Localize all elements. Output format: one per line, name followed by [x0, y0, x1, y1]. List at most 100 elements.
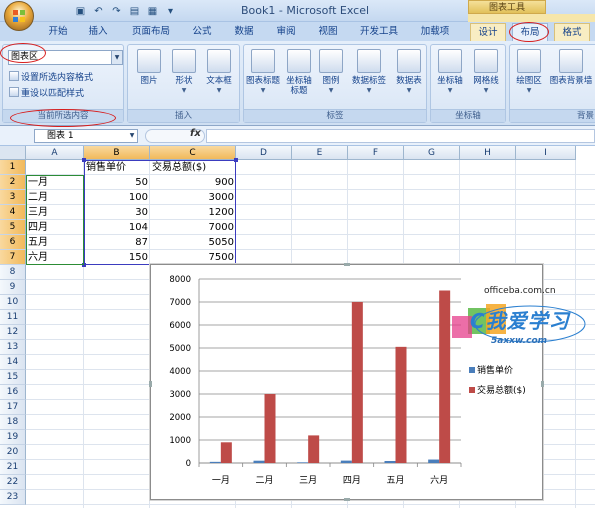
row-header-1[interactable]: 1 [0, 160, 26, 175]
format-selection-button[interactable]: 设置所选内容格式 [9, 71, 93, 84]
row-header-8[interactable]: 8 [0, 265, 26, 280]
bar-price[interactable] [297, 462, 309, 463]
column-header-h[interactable]: H [460, 146, 516, 160]
row-header-19[interactable]: 19 [0, 430, 26, 445]
row-header-2[interactable]: 2 [0, 175, 26, 190]
tab-addins[interactable]: 加载项 [414, 23, 456, 41]
column-header-d[interactable]: D [236, 146, 292, 160]
chart-element-select[interactable]: 图表区 ▼ [8, 50, 123, 65]
insert-textbox-button[interactable]: 文本框 ▼ [200, 49, 238, 96]
cell-c2[interactable]: 900 [150, 175, 236, 190]
bar-price[interactable] [384, 460, 396, 463]
x-tick-label[interactable]: 六月 [430, 474, 448, 486]
cell-a2[interactable]: 一月 [26, 175, 84, 190]
column-header-b[interactable]: B [84, 146, 150, 160]
cell-c5[interactable]: 7000 [150, 220, 236, 235]
cell-c4[interactable]: 1200 [150, 205, 236, 220]
insert-function-icon[interactable]: fx [190, 128, 201, 139]
legend-swatch[interactable] [469, 387, 475, 393]
row-header-14[interactable]: 14 [0, 355, 26, 370]
row-header-15[interactable]: 15 [0, 370, 26, 385]
tab-home[interactable]: 开始 [42, 23, 74, 41]
cell-c3[interactable]: 3000 [150, 190, 236, 205]
legend-button[interactable]: 图例 ▼ [316, 49, 346, 96]
data-table-button[interactable]: 数据表 ▼ [390, 49, 428, 96]
column-header-e[interactable]: E [292, 146, 348, 160]
y-tick-label[interactable]: 2000 [169, 413, 191, 423]
tab-design[interactable]: 设计 [470, 23, 506, 41]
undo-icon[interactable]: ↶ [91, 4, 106, 19]
row-header-21[interactable]: 21 [0, 460, 26, 475]
print-preview-icon[interactable]: ▦ [145, 4, 160, 19]
tab-layout[interactable]: 布局 [512, 23, 548, 41]
save-icon[interactable]: ▣ [73, 4, 88, 19]
bar-total[interactable] [308, 435, 320, 463]
insert-shapes-button[interactable]: 形状 ▼ [165, 49, 203, 96]
x-tick-label[interactable]: 五月 [386, 475, 404, 486]
tab-review[interactable]: 审阅 [270, 23, 302, 41]
gridlines-button[interactable]: 网格线 ▼ [467, 49, 505, 96]
chevron-down-icon[interactable]: ▼ [127, 130, 137, 142]
tab-developer[interactable]: 开发工具 [354, 23, 404, 41]
row-header-11[interactable]: 11 [0, 310, 26, 325]
row-header-23[interactable]: 23 [0, 490, 26, 505]
cell-b3[interactable]: 100 [84, 190, 150, 205]
legend-label[interactable]: 交易总额($) [477, 384, 526, 396]
cell-a7[interactable]: 六月 [26, 250, 84, 265]
cell-c1[interactable]: 交易总额($) [150, 160, 236, 175]
y-tick-label[interactable]: 7000 [169, 298, 191, 308]
tab-format[interactable]: 格式 [554, 23, 590, 41]
select-all-button[interactable] [0, 146, 26, 160]
row-header-10[interactable]: 10 [0, 295, 26, 310]
column-header-a[interactable]: A [26, 146, 84, 160]
cell-b5[interactable]: 104 [84, 220, 150, 235]
open-icon[interactable]: ▤ [127, 4, 142, 19]
cell-c6[interactable]: 5050 [150, 235, 236, 250]
tab-view[interactable]: 视图 [312, 23, 344, 41]
bar-price[interactable] [253, 460, 265, 463]
row-header-12[interactable]: 12 [0, 325, 26, 340]
row-header-18[interactable]: 18 [0, 415, 26, 430]
bar-total[interactable] [439, 290, 451, 464]
chart-area[interactable]: 0 1000 2000 3000 4000 5000 6000 7000 8000 一月 二月 三月 四… [149, 263, 544, 501]
bar-total[interactable] [395, 346, 407, 463]
axis-title-button[interactable]: 坐标轴 标题 [280, 49, 318, 96]
row-header-5[interactable]: 5 [0, 220, 26, 235]
x-tick-label[interactable]: 二月 [255, 475, 273, 486]
y-tick-label[interactable]: 0 [186, 459, 191, 469]
legend-label[interactable]: 销售单价 [477, 364, 513, 376]
bar-total[interactable] [220, 442, 232, 463]
chart-title-button[interactable]: 图表标题 ▼ [244, 49, 282, 96]
bar-price[interactable] [209, 461, 221, 463]
row-header-16[interactable]: 16 [0, 385, 26, 400]
bar-total[interactable] [351, 302, 363, 463]
office-button[interactable] [4, 1, 34, 31]
formula-input[interactable] [206, 129, 595, 143]
row-header-3[interactable]: 3 [0, 190, 26, 205]
x-tick-label[interactable]: 一月 [212, 475, 230, 486]
reset-style-button[interactable]: 重设以匹配样式 [9, 87, 84, 100]
column-header-c[interactable]: C [150, 146, 236, 160]
cell-a6[interactable]: 五月 [26, 235, 84, 250]
plot-area-button[interactable]: 绘图区 ▼ [510, 49, 548, 96]
row-header-22[interactable]: 22 [0, 475, 26, 490]
cell-a4[interactable]: 三月 [26, 205, 84, 220]
y-tick-label[interactable]: 3000 [169, 390, 191, 400]
y-tick-label[interactable]: 5000 [169, 344, 191, 354]
y-tick-label[interactable]: 1000 [169, 436, 191, 446]
column-header-f[interactable]: F [348, 146, 404, 160]
chart-wall-button[interactable]: 图表背景墙 [546, 49, 595, 86]
tab-formulas[interactable]: 公式 [186, 23, 218, 41]
column-header-i[interactable]: I [516, 146, 576, 160]
y-tick-label[interactable]: 6000 [169, 321, 191, 331]
name-box[interactable]: 图表 1 ▼ [34, 129, 138, 143]
cell-a3[interactable]: 二月 [26, 190, 84, 205]
data-labels-button[interactable]: 数据标签 ▼ [348, 49, 390, 96]
row-header-13[interactable]: 13 [0, 340, 26, 355]
y-tick-label[interactable]: 4000 [169, 367, 191, 377]
tab-data[interactable]: 数据 [228, 23, 260, 41]
tab-page-layout[interactable]: 页面布局 [126, 23, 176, 41]
axes-button[interactable]: 坐标轴 ▼ [431, 49, 469, 96]
column-chart[interactable]: 0 1000 2000 3000 4000 5000 6000 7000 8000 一月 二月 三月 四… [151, 265, 544, 501]
customize-icon[interactable]: ▾ [163, 4, 178, 19]
